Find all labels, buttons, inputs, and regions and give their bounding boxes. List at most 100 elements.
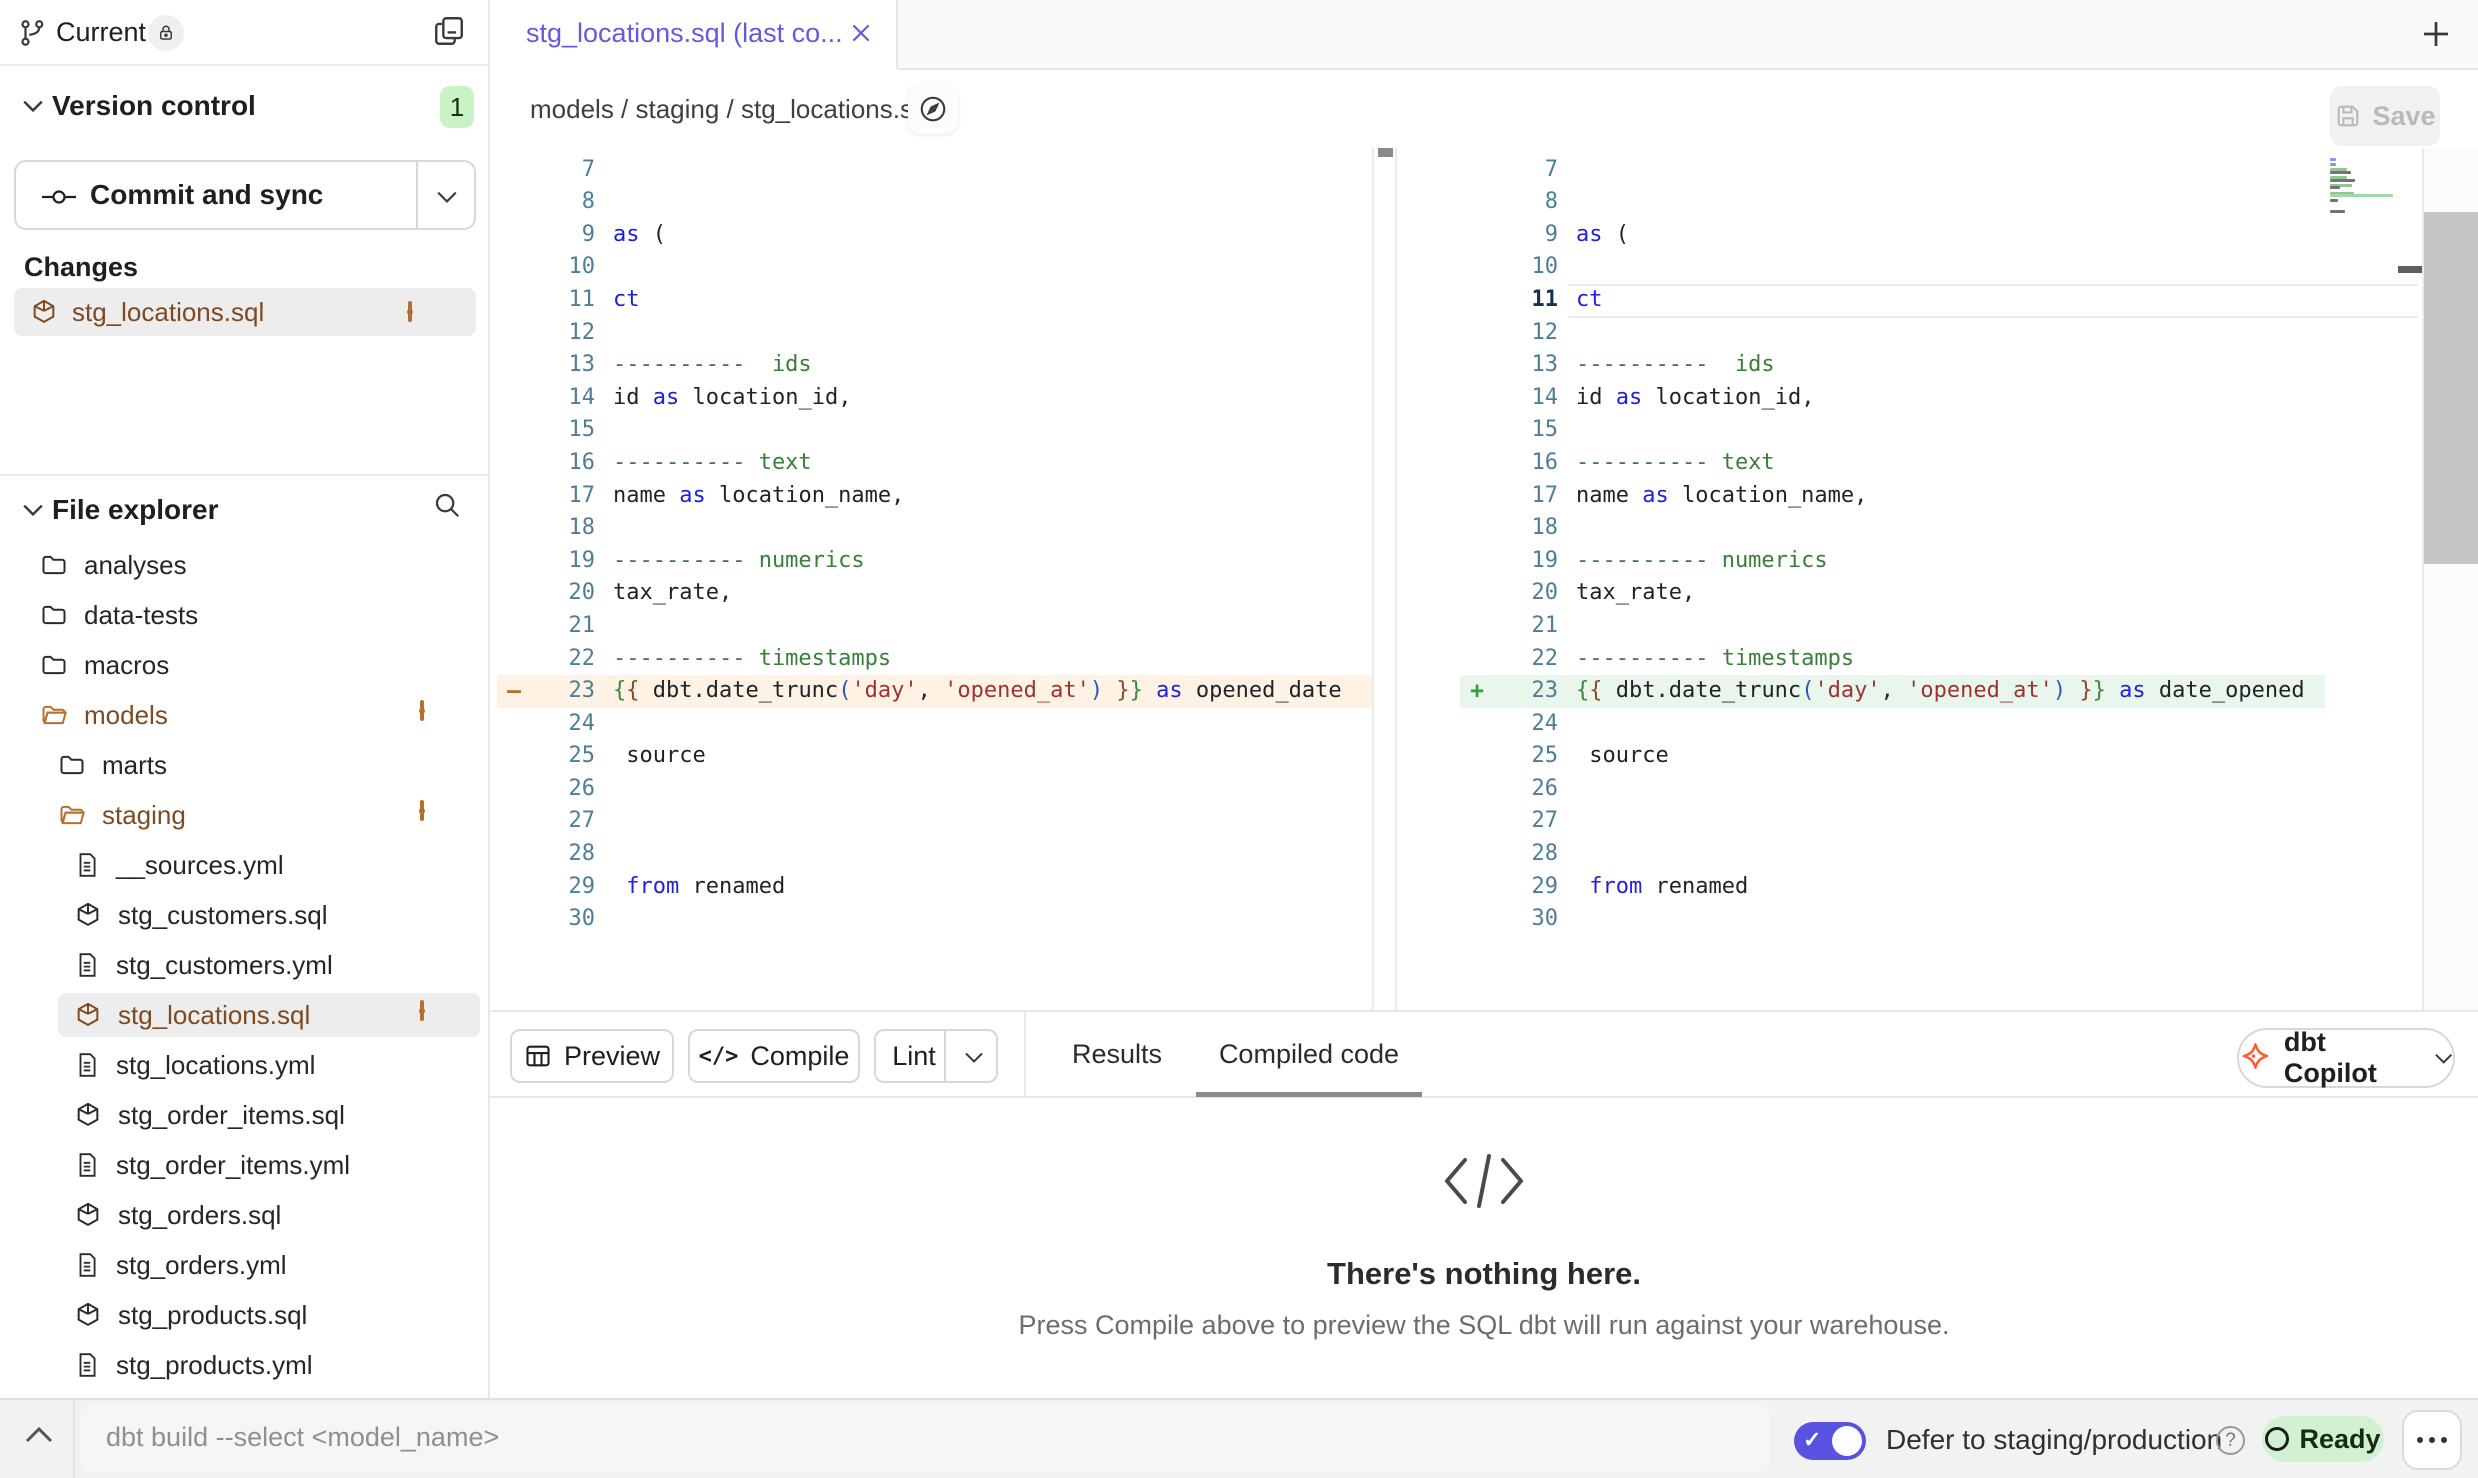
lock-icon (148, 15, 184, 51)
tree-item-stg-products-sql[interactable]: stg_products.sql (0, 1290, 488, 1340)
minimap-line (2330, 210, 2345, 213)
tree-item-stg-orders-yml[interactable]: stg_orders.yml (0, 1240, 488, 1290)
code-line-15: 15 (1460, 414, 2325, 447)
model-cube-icon (30, 298, 58, 326)
code-line-21: 21 (1460, 610, 2325, 643)
code-line-13: 13---------- ids (1460, 349, 2325, 382)
code-editor-diff: 6789as (1011ct1213---------- ids14id as … (490, 148, 2478, 1012)
tree-item-stg-products-yml[interactable]: stg_products.yml (0, 1340, 488, 1390)
changed-file-row[interactable]: stg_locations.sql (14, 288, 476, 336)
tree-item-stg-locations-yml[interactable]: stg_locations.yml (0, 1040, 488, 1090)
tab-close-icon[interactable] (848, 20, 874, 46)
diff-pane-current[interactable]: 6789as (1011ct1213---------- ids14id as … (1460, 148, 2325, 1012)
tab-stg-locations[interactable]: stg_locations.sql (last co... (490, 0, 898, 70)
code-line-20: 20tax_rate, (1460, 577, 2325, 610)
tree-item-stg-orders-sql[interactable]: stg_orders.sql (0, 1190, 488, 1240)
copy-pages-icon[interactable] (432, 14, 466, 48)
editor-scrollbar-thumb[interactable] (2424, 212, 2478, 564)
version-control-header[interactable]: Version control 1 (0, 84, 488, 128)
ready-label: Ready (2299, 1424, 2380, 1455)
model-icon (74, 1201, 102, 1229)
lineage-compass-icon[interactable] (908, 84, 958, 134)
tree-item-label: stg_customers.sql (118, 900, 328, 931)
save-button[interactable]: Save (2330, 86, 2440, 146)
folder-open-icon (58, 801, 86, 829)
code-line-27: 27 (497, 805, 1372, 838)
tree-item-label: models (84, 700, 168, 731)
expand-panel-chevron-icon[interactable] (24, 1424, 54, 1446)
commit-dropdown-chevron-icon[interactable] (436, 190, 458, 204)
folder-icon (58, 751, 86, 779)
tree-item-stg-locations-sql[interactable]: stg_locations.sql (0, 990, 488, 1040)
code-line-19: 19---------- numerics (497, 545, 1372, 578)
file-explorer-header[interactable]: File explorer (0, 488, 488, 534)
lint-button[interactable]: Lint (874, 1029, 998, 1083)
file-icon (74, 1151, 100, 1179)
statusbar-divider (73, 1400, 75, 1478)
file-icon (74, 951, 100, 979)
help-icon[interactable]: ? (2216, 1426, 2245, 1455)
code-line-18: 18 (1460, 512, 2325, 545)
code-line-16: 16---------- text (497, 447, 1372, 480)
code-line-29: 29 from renamed (1460, 871, 2325, 904)
commit-split-divider (416, 162, 418, 228)
minimap-line (2330, 194, 2393, 197)
code-line-19: 19---------- numerics (1460, 545, 2325, 578)
tree-item-label: stg_products.yml (116, 1350, 313, 1381)
tree-item-data-tests[interactable]: data-tests (0, 590, 488, 640)
breadcrumb-bar: models / staging / stg_locations.sql Sav… (490, 70, 2478, 150)
tree-item-analyses[interactable]: analyses (0, 540, 488, 590)
tree-item-marts[interactable]: marts (0, 740, 488, 790)
tree-item-stg-customers-yml[interactable]: stg_customers.yml (0, 940, 488, 990)
code-line-14: 14id as location_id, (497, 382, 1372, 415)
lint-split-divider (944, 1031, 946, 1081)
code-line-24: 24 (1460, 708, 2325, 741)
more-options-button[interactable] (2402, 1410, 2462, 1470)
left-pane-scrollbar[interactable] (1372, 148, 1397, 1012)
lint-label: Lint (892, 1041, 936, 1072)
defer-toggle[interactable]: ✓ (1794, 1422, 1866, 1460)
tree-item-stg-order-items-yml[interactable]: stg_order_items.yml (0, 1140, 488, 1190)
search-icon[interactable] (432, 490, 462, 520)
folder-icon (40, 651, 68, 679)
code-line-29: 29 from renamed (497, 871, 1372, 904)
code-line-21: 21 (497, 610, 1372, 643)
tree-item-staging[interactable]: staging (0, 790, 488, 840)
dbt-command-input[interactable]: dbt build --select <model_name> (80, 1406, 1770, 1472)
code-line-13: 13---------- ids (497, 349, 1372, 382)
code-line-22: 22---------- timestamps (497, 643, 1372, 676)
status-badge-ready[interactable]: Ready (2262, 1416, 2384, 1462)
file-explorer-title: File explorer (52, 494, 219, 526)
save-label: Save (2372, 101, 2435, 132)
tab-results[interactable]: Results (1050, 1012, 1184, 1096)
code-line-11: 11ct (1460, 284, 2325, 317)
tree-item-stg-customers-sql[interactable]: stg_customers.sql (0, 890, 488, 940)
tree-item-macros[interactable]: macros (0, 640, 488, 690)
preview-button[interactable]: Preview (510, 1029, 674, 1083)
tab-compiled-code[interactable]: Compiled code (1196, 1012, 1422, 1096)
table-icon (524, 1042, 552, 1070)
commit-and-sync-button[interactable]: Commit and sync (14, 160, 476, 230)
folder-icon (40, 601, 68, 629)
file-icon (74, 1351, 100, 1379)
model-icon (74, 901, 102, 929)
diff-pane-previous[interactable]: 6789as (1011ct1213---------- ids14id as … (497, 148, 1372, 1012)
lint-dropdown-chevron-icon[interactable] (964, 1051, 984, 1064)
commit-icon (42, 186, 76, 208)
tree-item--sources-yml[interactable]: __sources.yml (0, 840, 488, 890)
tree-item-stg-order-items-sql[interactable]: stg_order_items.sql (0, 1090, 488, 1140)
tree-item-models[interactable]: models (0, 690, 488, 740)
editor-scrollbar[interactable] (2422, 148, 2478, 1012)
right-pane-scrollbar-thumb[interactable] (2398, 266, 2422, 273)
tree-item-label: stg_customers.yml (116, 950, 333, 981)
check-icon: ✓ (1803, 1427, 1821, 1453)
new-tab-plus-icon[interactable] (2418, 16, 2454, 52)
dbt-copilot-button[interactable]: dbt Copilot (2237, 1028, 2455, 1088)
tree-item-label: data-tests (84, 600, 198, 631)
compile-button[interactable]: </> Compile (688, 1029, 860, 1083)
breadcrumb: models / staging / stg_locations.sql (530, 94, 933, 125)
code-line-18: 18 (497, 512, 1372, 545)
chevron-down-icon (22, 502, 44, 518)
code-line-10: 10 (497, 251, 1372, 284)
tree-item-label: analyses (84, 550, 187, 581)
